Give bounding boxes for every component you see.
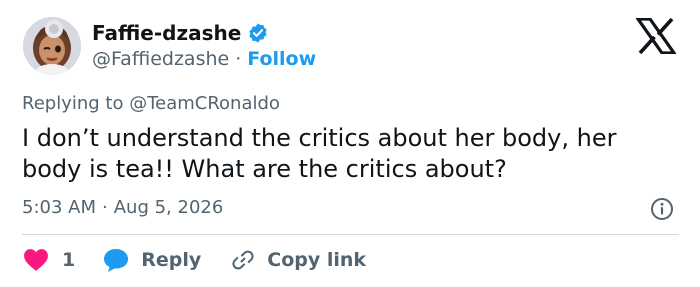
- x-logo-icon[interactable]: [634, 17, 678, 55]
- replying-to[interactable]: Replying to @TeamCRonaldo: [22, 92, 280, 116]
- copy-link-button[interactable]: Copy link: [231, 248, 366, 272]
- verified-badge-icon: [247, 22, 269, 44]
- timestamp-separator: ·: [102, 197, 108, 218]
- tweet-time[interactable]: 5:03 AM: [22, 196, 96, 220]
- timestamp[interactable]: 5:03 AM · Aug 5, 2026: [22, 196, 223, 220]
- tweet-date[interactable]: Aug 5, 2026: [114, 196, 224, 220]
- reply-label: Reply: [141, 249, 202, 271]
- tweet-text: I don’t understand the critics about her…: [22, 124, 617, 183]
- copy-link-label: Copy link: [267, 249, 367, 271]
- handle-separator: ·: [235, 48, 242, 70]
- info-icon[interactable]: [650, 197, 674, 221]
- follow-button[interactable]: Follow: [247, 47, 316, 71]
- link-icon: [232, 250, 254, 270]
- reply-bubble-icon: [104, 249, 129, 272]
- divider: [22, 234, 679, 235]
- heart-icon: [24, 249, 48, 271]
- reply-button[interactable]: Reply: [103, 248, 201, 272]
- author-handle[interactable]: @Faffiedzashe: [92, 47, 229, 71]
- like-button[interactable]: 1: [23, 248, 75, 272]
- author-display-name[interactable]: Faffie-dzashe: [92, 21, 241, 45]
- avatar[interactable]: [23, 17, 81, 75]
- like-count: 1: [62, 249, 76, 271]
- action-bar: 1 Reply Copy link: [23, 247, 366, 273]
